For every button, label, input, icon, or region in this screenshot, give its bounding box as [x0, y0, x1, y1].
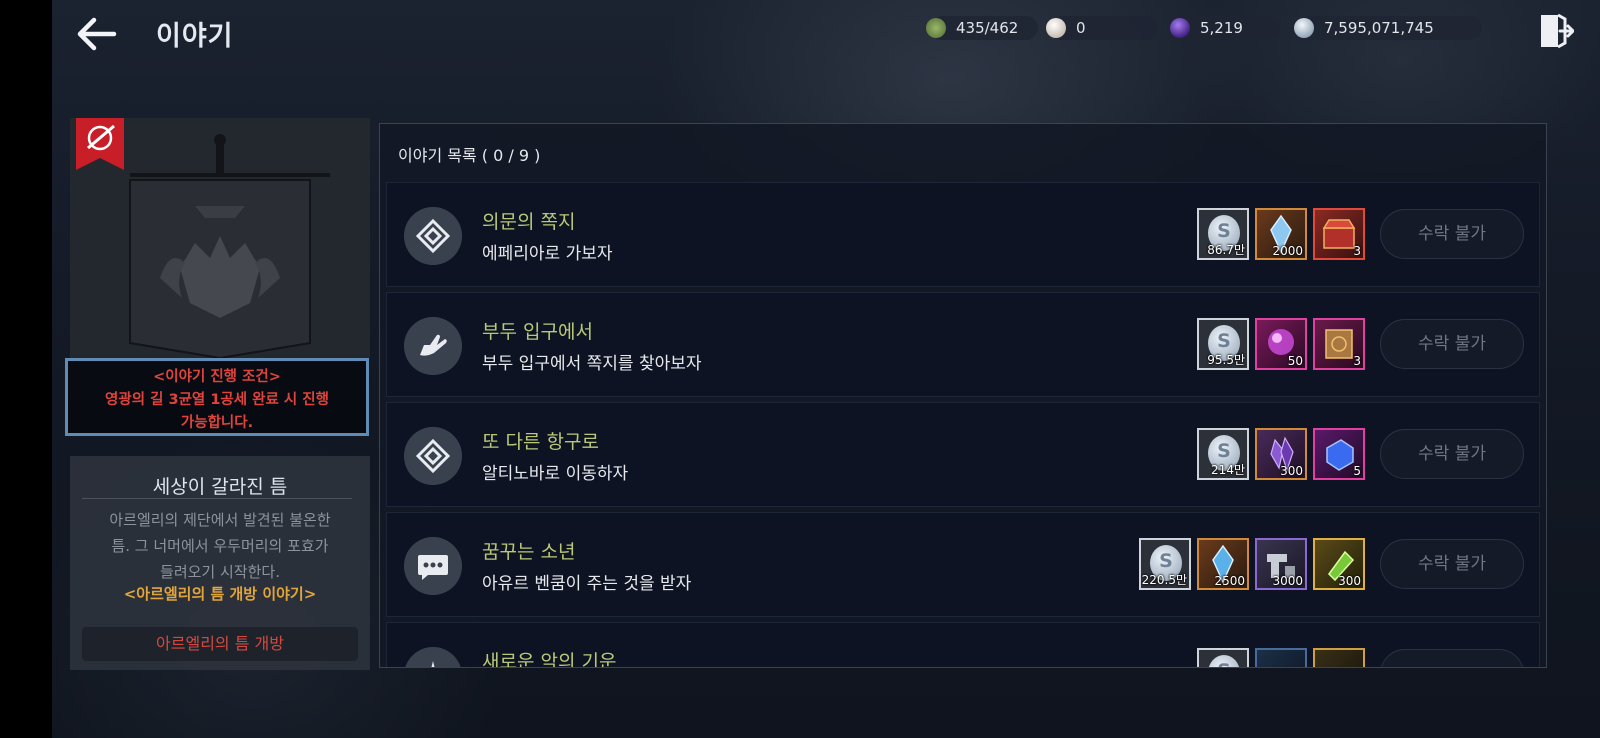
progress-condition-box: <이야기 진행 조건> 영광의 길 3균열 1공세 완료 시 진행 가능합니다.: [65, 358, 369, 436]
reward-blue-cube[interactable]: 5: [1313, 428, 1365, 480]
story-description: 아르엘리의 제단에서 발견된 불온한 틈. 그 너머에서 우두머리의 포효가 들…: [70, 507, 370, 585]
rift-open-button[interactable]: 아르엘리의 틈 개방: [82, 627, 358, 661]
silver-coin-icon: [1294, 18, 1314, 38]
reward-count: 86.7만: [1207, 243, 1245, 257]
diamond-rune-icon: [404, 427, 462, 485]
diamond-rune-icon: [404, 207, 462, 265]
silver-value: 7,595,071,745: [1324, 19, 1434, 37]
accept-button[interactable]: 수락 불가: [1380, 539, 1524, 589]
reward-pink-orb[interactable]: 50: [1255, 318, 1307, 370]
story-subtitle: <아르엘리의 틈 개방 이야기>: [123, 585, 317, 603]
story-row[interactable]: 부두 입구에서 부두 입구에서 쪽지를 찾아보자 S 95.5만 50 3 수락…: [386, 292, 1540, 397]
reward-count: 3000: [1272, 574, 1303, 588]
reward-silver[interactable]: S 214만: [1197, 428, 1249, 480]
reward-count: 214만: [1211, 463, 1245, 477]
story-title: 세상이 갈라진 틈: [152, 476, 288, 498]
spark-icon: [404, 647, 462, 667]
stamina-value: 435/462: [956, 19, 1019, 37]
reward-blue-crystal[interactable]: 2000: [1255, 208, 1307, 260]
reward-count: 220.5만: [1141, 573, 1187, 587]
reward-gold-item[interactable]: [1313, 648, 1365, 667]
page-title: 이야기: [156, 21, 234, 52]
reward-count: 95.5만: [1207, 353, 1245, 367]
chat-bubble-icon: [404, 537, 462, 595]
purple-orb-currency: 5,219: [1170, 16, 1280, 40]
story-subtitle: 아유르 벤쿰이 주는 것을 받자: [482, 574, 692, 594]
description-line: 들려오기 시작한다.: [160, 563, 280, 581]
reward-red-chest[interactable]: 3: [1313, 208, 1365, 260]
reward-count: 2500: [1214, 574, 1245, 588]
reward-count: 300: [1280, 464, 1303, 478]
story-subtitle: 알티노바로 이동하자: [482, 464, 629, 484]
story-row[interactable]: 새로운 악의 기운 S: [386, 622, 1540, 668]
story-row[interactable]: 의문의 쪽지 에페리아로 가보자 S 86.7만 2000 3 수락 불가: [386, 182, 1540, 287]
accept-button[interactable]: [1380, 649, 1524, 667]
reward-silver[interactable]: S 86.7만: [1197, 208, 1249, 260]
reward-silver[interactable]: S 95.5만: [1197, 318, 1249, 370]
description-line: 아르엘리의 제단에서 발견된 불온한: [109, 511, 331, 529]
story-title: 새로운 악의 기운: [482, 651, 617, 668]
accept-button[interactable]: 수락 불가: [1380, 209, 1524, 259]
reward-green-crystal[interactable]: 300: [1313, 538, 1365, 590]
reward-count: 5: [1353, 464, 1361, 478]
silver-currency: 7,595,071,745: [1294, 16, 1482, 40]
story-row[interactable]: 또 다른 항구로 알티노바로 이동하자 S 214만 300 5 수락 불가: [386, 402, 1540, 507]
reward-scroll[interactable]: 3: [1313, 318, 1365, 370]
story-title: 또 다른 항구로: [482, 431, 599, 453]
pearl-icon: [1046, 18, 1066, 38]
divider: [82, 498, 352, 499]
condition-title: <이야기 진행 조건>: [153, 369, 281, 385]
story-row[interactable]: 꿈꾸는 소년 아유르 벤쿰이 주는 것을 받자 S 220.5만 2500 30…: [386, 512, 1540, 617]
hand-icon: [404, 317, 462, 375]
purple-orb-value: 5,219: [1200, 19, 1243, 37]
story-title: 꿈꾸는 소년: [482, 541, 576, 563]
story-title: 부두 입구에서: [482, 321, 593, 343]
reward-count: 50: [1287, 354, 1303, 368]
silver-coin-icon: S: [1208, 655, 1240, 667]
reward-count: 300: [1338, 574, 1361, 588]
pearl-value: 0: [1076, 19, 1086, 37]
reward-blue-crystal[interactable]: 2500: [1197, 538, 1249, 590]
accept-button[interactable]: 수락 불가: [1380, 429, 1524, 479]
stamina-currency: 435/462: [926, 16, 1038, 40]
condition-line: 영광의 길 3균열 1공세 완료 시 진행: [105, 392, 329, 408]
quest-bookmark-icon: [76, 118, 124, 170]
reward-stone-block[interactable]: 3000: [1255, 538, 1307, 590]
pearl-currency: 0: [1046, 16, 1158, 40]
reward-count: 2000: [1272, 244, 1303, 258]
reward-purple-crystal[interactable]: 300: [1255, 428, 1307, 480]
story-subtitle: 부두 입구에서 쪽지를 찾아보자: [482, 354, 702, 374]
story-title: 의문의 쪽지: [482, 211, 576, 233]
back-arrow-icon[interactable]: [74, 14, 118, 54]
reward-count: 3: [1353, 244, 1361, 258]
condition-line: 가능합니다.: [180, 415, 254, 431]
purple-orb-icon: [1170, 18, 1190, 38]
exit-door-icon[interactable]: [1538, 12, 1574, 50]
accept-button[interactable]: 수락 불가: [1380, 319, 1524, 369]
story-list-header: 이야기 목록 ( 0 / 9 ): [398, 146, 541, 165]
reward-blue-crystal[interactable]: [1255, 648, 1307, 667]
reward-silver[interactable]: S 220.5만: [1139, 538, 1191, 590]
reward-count: 3: [1353, 354, 1361, 368]
description-line: 틈. 그 너머에서 우두머리의 포효가: [111, 537, 329, 555]
story-list-panel: 이야기 목록 ( 0 / 9 ) 의문의 쪽지 에페리아로 가보자 S 86.7…: [379, 123, 1547, 668]
green-gem-icon: [926, 18, 946, 38]
story-subtitle: 에페리아로 가보자: [482, 244, 613, 264]
reward-silver[interactable]: S: [1197, 648, 1249, 667]
left-letterbox: [0, 0, 52, 738]
